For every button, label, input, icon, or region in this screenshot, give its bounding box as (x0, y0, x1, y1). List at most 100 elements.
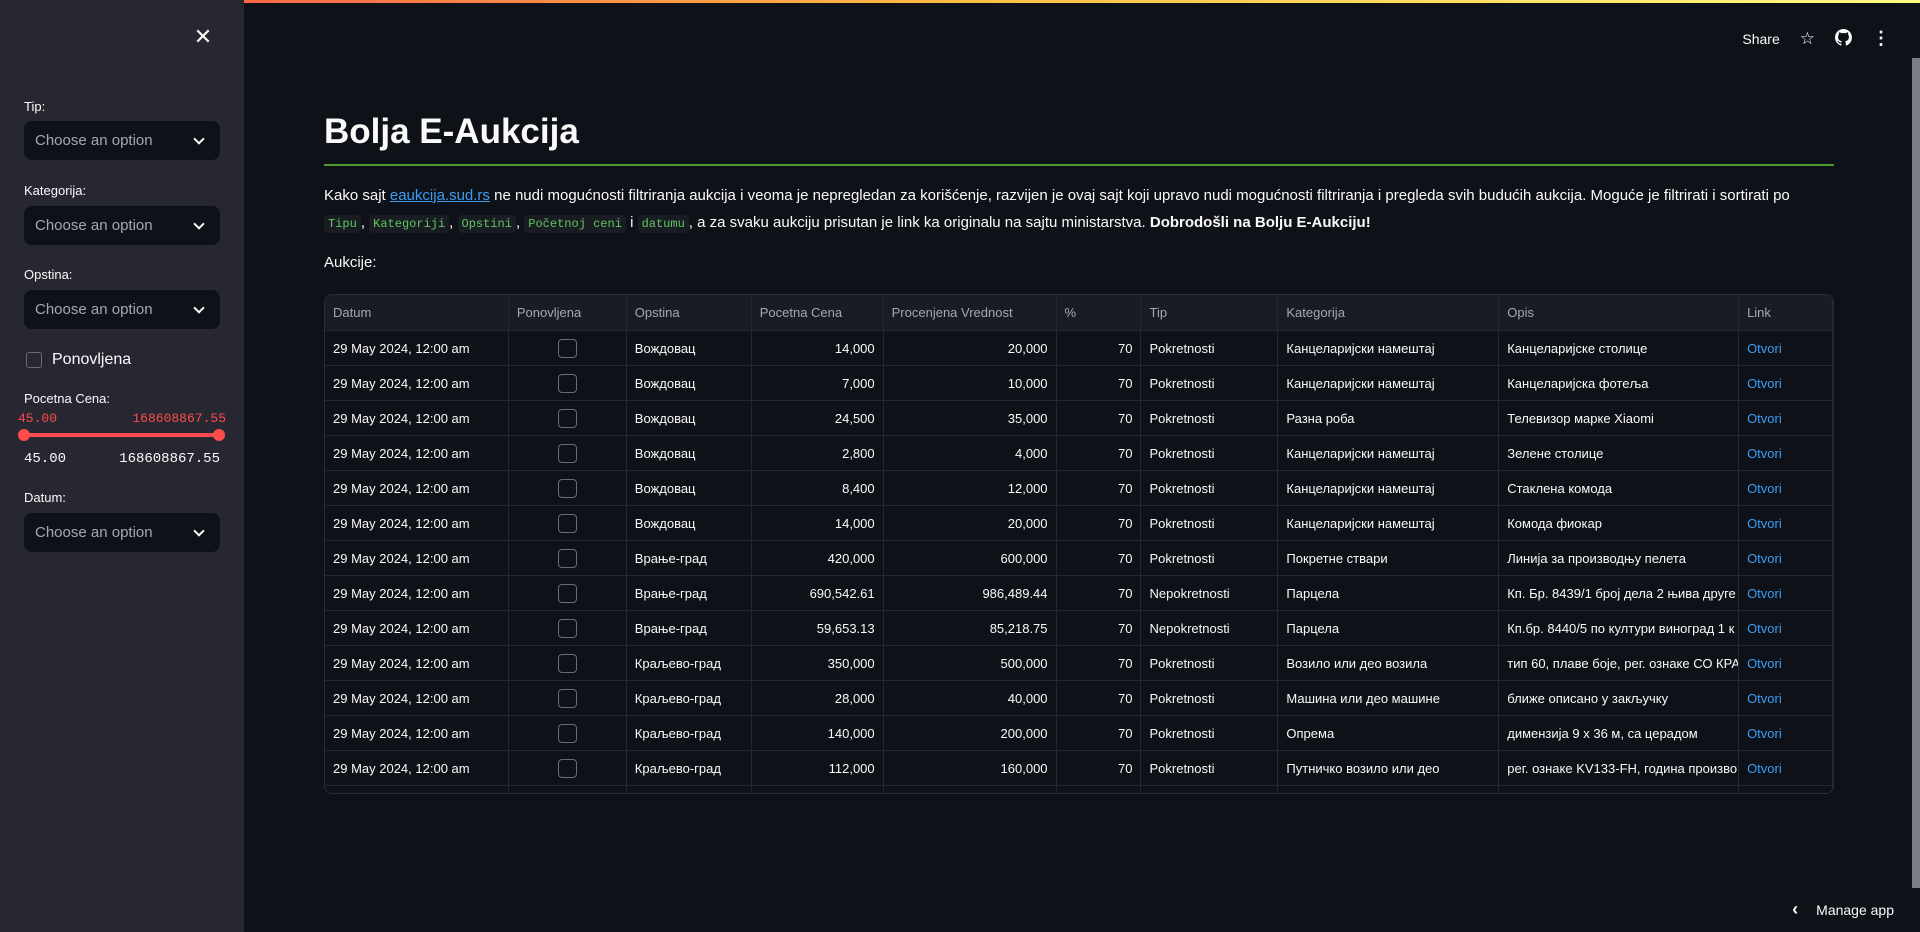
ponovljena-checkbox[interactable] (557, 758, 577, 778)
table-cell: 160,000 (884, 751, 1057, 785)
ponovljena-checkbox[interactable] (26, 352, 42, 368)
table-cell (1499, 786, 1740, 793)
table-cell: Nepokretnosti (1141, 576, 1279, 610)
table-cell: Краљево-град (627, 681, 752, 715)
otvori-link[interactable]: Otvori (1747, 551, 1782, 566)
ponovljena-checkbox[interactable] (557, 583, 577, 603)
table-cell: 70 (1057, 646, 1142, 680)
otvori-link[interactable]: Otvori (1747, 656, 1782, 671)
otvori-link[interactable]: Otvori (1747, 726, 1782, 741)
otvori-link[interactable]: Otvori (1747, 481, 1782, 496)
column-header[interactable]: Ponovljena (509, 295, 627, 330)
table-cell: Вождовац (627, 366, 752, 400)
table-cell (1739, 786, 1833, 793)
column-header[interactable]: Datum (325, 295, 509, 330)
manage-app-button[interactable]: ‹ Manage app (1792, 899, 1894, 920)
column-header[interactable]: Opis (1499, 295, 1740, 330)
table-cell: 70 (1057, 331, 1142, 365)
otvori-link[interactable]: Otvori (1747, 691, 1782, 706)
ponovljena-checkbox[interactable] (557, 408, 577, 428)
table-cell: Врање-град (627, 541, 752, 575)
table-cell: Путничко возило или део (1278, 751, 1500, 785)
column-header[interactable]: Tip (1141, 295, 1279, 330)
slider-max-handle[interactable] (213, 429, 225, 441)
otvori-link[interactable]: Otvori (1747, 376, 1782, 391)
table-cell: Otvori (1739, 436, 1833, 470)
cena-slider-track[interactable] (24, 433, 220, 437)
table-cell: димензија 9 x 36 м, са церадом (1499, 716, 1740, 750)
more-vertical-icon[interactable]: ⋮ (1872, 28, 1890, 49)
chevron-down-icon (193, 301, 205, 314)
opstina-select[interactable]: Choose an option (24, 290, 220, 329)
ponovljena-checkbox[interactable] (557, 653, 577, 673)
table-cell (509, 436, 627, 470)
otvori-link[interactable]: Otvori (1747, 516, 1782, 531)
table-cell: 29 May 2024, 12:00 am (325, 646, 509, 680)
table-row: 29 May 2024, 12:00 am Краљево-град 28,000 4… (325, 681, 1833, 716)
content: Bolja E-Aukcija Kako sajt eaukcija.sud.r… (324, 112, 1834, 794)
star-icon[interactable]: ☆ (1800, 29, 1815, 49)
intro-part: Kako sajt (324, 187, 390, 204)
ponovljena-checkbox[interactable] (557, 723, 577, 743)
table-cell: 70 (1057, 366, 1142, 400)
table-cell: 70 (1057, 401, 1142, 435)
table-cell: Otvori (1739, 366, 1833, 400)
cena-label: Pocetna Cena: (24, 391, 111, 406)
table-cell: 35,000 (884, 401, 1057, 435)
column-header[interactable]: Pocetna Cena (752, 295, 884, 330)
table-cell: Otvori (1739, 331, 1833, 365)
table-cell: Краљево-град (627, 646, 752, 680)
table-cell: 20,000 (884, 331, 1057, 365)
close-sidebar-button[interactable]: ✕ (192, 26, 214, 48)
table-cell (325, 786, 509, 793)
ponovljena-checkbox[interactable] (557, 478, 577, 498)
kategorija-select[interactable]: Choose an option (24, 206, 220, 245)
table-cell (509, 611, 627, 645)
table-cell: Комода фиокар (1499, 506, 1740, 540)
ponovljena-checkbox[interactable] (557, 513, 577, 533)
scrollbar[interactable] (1912, 58, 1920, 888)
otvori-link[interactable]: Otvori (1747, 761, 1782, 776)
ponovljena-checkbox[interactable] (557, 688, 577, 708)
share-button[interactable]: Share (1742, 31, 1779, 47)
column-header[interactable]: % (1057, 295, 1142, 330)
table-row: 29 May 2024, 12:00 am Краљево-град 350,000… (325, 646, 1833, 681)
table-cell: 10,000 (884, 366, 1057, 400)
otvori-link[interactable]: Otvori (1747, 621, 1782, 636)
table-cell: 2,800 (752, 436, 884, 470)
eaukcija-link[interactable]: eaukcija.sud.rs (390, 187, 490, 204)
ponovljena-checkbox[interactable] (557, 373, 577, 393)
otvori-link[interactable]: Otvori (1747, 411, 1782, 426)
auctions-table[interactable]: Datum Ponovljena Opstina Pocetna Cena Procen… (324, 294, 1834, 794)
table-cell: Разна роба (1278, 401, 1500, 435)
ponovljena-checkbox[interactable] (557, 618, 577, 638)
column-header[interactable]: Procenjena Vrednost (884, 295, 1057, 330)
table-cell (509, 786, 627, 793)
otvori-link[interactable]: Otvori (1747, 341, 1782, 356)
table-cell (1057, 786, 1142, 793)
table-cell: 112,000 (752, 751, 884, 785)
otvori-link[interactable]: Otvori (1747, 446, 1782, 461)
otvori-link[interactable]: Otvori (1747, 586, 1782, 601)
table-cell: 70 (1057, 576, 1142, 610)
table-cell (509, 506, 627, 540)
table-row: 29 May 2024, 12:00 am Врање-град 420,000 60… (325, 541, 1833, 576)
table-cell (884, 786, 1057, 793)
table-cell: 29 May 2024, 12:00 am (325, 576, 509, 610)
table-cell (509, 646, 627, 680)
table-cell: Otvori (1739, 541, 1833, 575)
table-cell: Вождовац (627, 436, 752, 470)
github-icon[interactable] (1834, 28, 1852, 49)
slider-min-handle[interactable] (18, 429, 30, 441)
table-cell: Nepokretnosti (1141, 611, 1279, 645)
column-header[interactable]: Link (1739, 295, 1833, 330)
ponovljena-checkbox[interactable] (557, 443, 577, 463)
table-cell: Otvori (1739, 716, 1833, 750)
tip-select[interactable]: Choose an option (24, 121, 220, 160)
datum-select[interactable]: Choose an option (24, 513, 220, 552)
table-cell (509, 401, 627, 435)
column-header[interactable]: Kategorija (1278, 295, 1500, 330)
ponovljena-checkbox[interactable] (557, 548, 577, 568)
ponovljena-checkbox[interactable] (557, 338, 577, 358)
column-header[interactable]: Opstina (627, 295, 752, 330)
